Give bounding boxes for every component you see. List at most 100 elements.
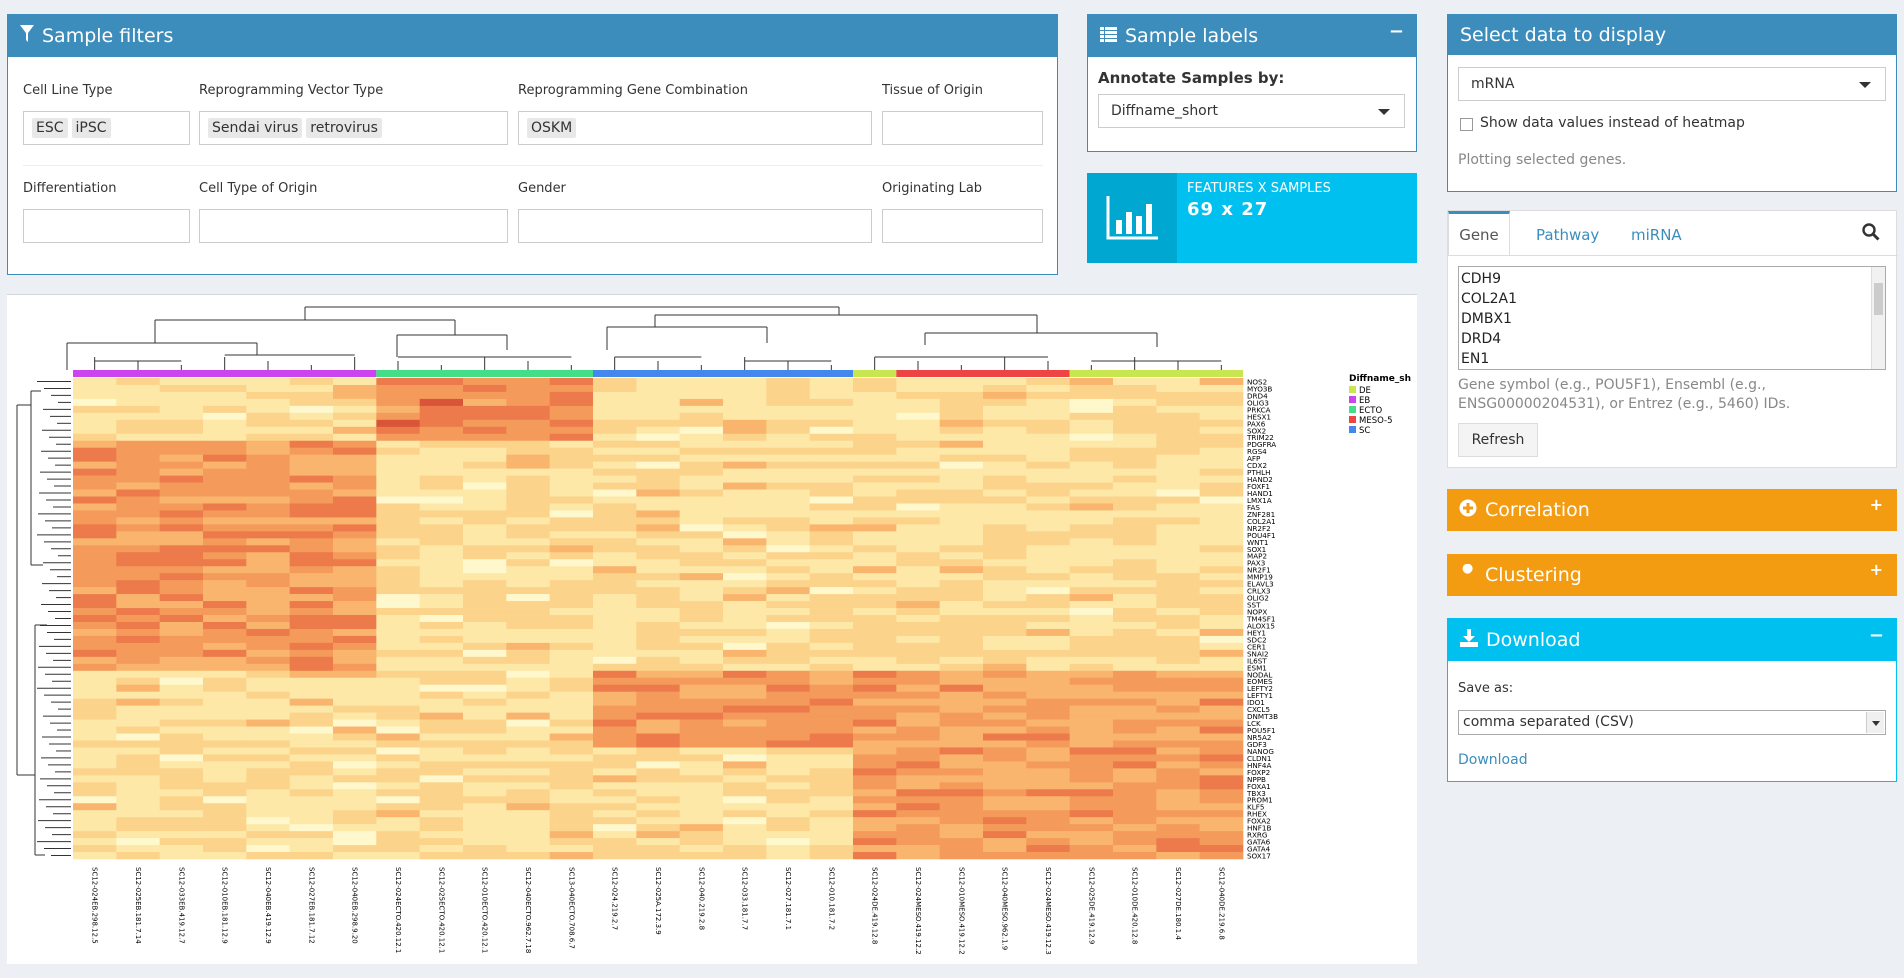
heatmap-cell — [679, 378, 724, 386]
heatmap-cell — [463, 419, 507, 428]
heatmap-cell — [549, 803, 594, 811]
expand-button[interactable]: + — [1870, 495, 1883, 514]
heatmap-cell — [593, 496, 637, 504]
heatmap-cell — [289, 656, 334, 665]
correlation-panel[interactable]: Correlation + — [1447, 489, 1897, 531]
heatmap-cell — [679, 782, 724, 790]
heatmap-cell — [333, 447, 377, 455]
clustering-panel[interactable]: Clustering + — [1447, 554, 1897, 596]
heatmap-cell — [289, 475, 334, 483]
tab-gene[interactable]: Gene — [1448, 211, 1510, 255]
heatmap-cell — [636, 566, 680, 574]
tab-mirna[interactable]: miRNA — [1631, 226, 1682, 244]
tab-pathway[interactable]: Pathway — [1536, 226, 1599, 244]
heatmap-cell — [766, 628, 810, 637]
heatmap-cell — [463, 552, 507, 560]
heatmap-cell — [289, 642, 334, 651]
heatmap-cell — [1156, 768, 1200, 776]
heatmap-cell — [289, 594, 334, 602]
filter-input[interactable] — [518, 209, 872, 243]
heatmap-cell — [376, 489, 420, 497]
filter-tag[interactable]: Sendai virus — [208, 118, 303, 138]
heatmap-cell — [333, 705, 377, 713]
show-values-checkbox[interactable] — [1460, 118, 1473, 131]
heatmap-cell — [723, 782, 767, 790]
filter-input[interactable] — [882, 209, 1043, 243]
heatmap-cell — [1156, 852, 1200, 860]
legend-swatch — [1349, 426, 1356, 433]
collapse-button[interactable]: − — [1869, 625, 1884, 646]
heatmap-cell — [549, 510, 594, 518]
heatmap-cell — [983, 545, 1027, 553]
search-icon[interactable] — [1862, 223, 1880, 245]
heatmap-cell — [853, 496, 897, 504]
heatmap-cell — [246, 545, 290, 553]
heatmap-cell — [679, 670, 724, 679]
heatmap-cell — [983, 656, 1027, 665]
heatmap-cell — [896, 642, 940, 651]
sample-label: SC12-027DE.180.1.4 — [1174, 867, 1182, 940]
annotate-select[interactable]: Diffname_short — [1098, 94, 1405, 128]
heatmap-cell — [1113, 733, 1157, 741]
filter-input[interactable]: OSKM — [518, 111, 872, 145]
heatmap-cell — [809, 594, 854, 602]
heatmap-cell — [636, 628, 680, 637]
heatmap-cell — [1199, 663, 1244, 672]
heatmap-cell — [333, 845, 377, 853]
filter-input[interactable] — [882, 111, 1043, 145]
gene-list-textarea[interactable]: CDH9 COL2A1 DMBX1 DRD4 EN1 — [1458, 266, 1886, 370]
heatmap-cell — [766, 782, 810, 790]
heatmap-cell — [1156, 635, 1200, 644]
heatmap-cell — [203, 698, 247, 706]
sample-label: SC12-040ECTO.962.7.18 — [524, 867, 532, 953]
heatmap-cell — [203, 761, 247, 769]
annotation-bar — [376, 370, 593, 377]
filter-input[interactable]: Sendai virus retrovirus — [199, 111, 508, 145]
filter-input[interactable] — [23, 209, 190, 243]
heatmap-cell — [766, 698, 810, 706]
filter-tag[interactable]: ESC — [32, 118, 68, 138]
filter-tag[interactable]: iPSC — [71, 118, 111, 138]
heatmap-cell — [116, 838, 160, 846]
heatmap-cell — [1199, 775, 1244, 783]
heatmap-cell — [419, 384, 464, 393]
format-select[interactable]: comma separated (CSV) — [1458, 710, 1886, 735]
filter-tag[interactable]: retrovirus — [306, 118, 382, 138]
heatmap-cell — [593, 642, 637, 651]
filter-tag[interactable]: OSKM — [527, 118, 577, 138]
filter-input[interactable] — [199, 209, 508, 243]
expand-button[interactable]: + — [1870, 560, 1883, 579]
heatmap-cell — [159, 517, 204, 525]
heatmap-cell — [766, 559, 810, 567]
heatmap-cell — [896, 677, 940, 686]
heatmap-cell — [246, 510, 290, 518]
heatmap-cell — [116, 789, 160, 797]
heatmap-cell — [289, 433, 334, 442]
heatmap-cell — [1026, 503, 1070, 511]
heatmap-cell — [1069, 461, 1114, 469]
sample-labels-title: Sample labels — [1125, 25, 1259, 47]
heatmap-cell — [203, 782, 247, 790]
heatmap-cell — [1026, 796, 1070, 804]
heatmap-cell — [289, 740, 334, 748]
heatmap-cell — [636, 803, 680, 811]
dataset-select[interactable]: mRNA — [1458, 67, 1886, 101]
heatmap-cell — [1113, 775, 1157, 783]
filter-label: Originating Lab — [882, 181, 983, 196]
heatmap-cell — [419, 419, 464, 428]
heatmap-cell — [853, 489, 897, 497]
heatmap-cell — [853, 503, 897, 511]
filter-input[interactable]: ESC iPSC — [23, 111, 190, 145]
heatmap-cell — [896, 852, 940, 860]
download-link[interactable]: Download — [1458, 752, 1528, 768]
scrollbar[interactable] — [1871, 267, 1885, 369]
heatmap-cell — [203, 412, 247, 421]
refresh-button[interactable]: Refresh — [1458, 423, 1538, 457]
collapse-button[interactable]: − — [1389, 21, 1404, 42]
filter-label: Gender — [518, 181, 566, 196]
heatmap-cell — [1199, 559, 1244, 567]
heatmap-cell — [73, 384, 117, 393]
heatmap-cell — [1026, 419, 1070, 428]
heatmap-cell — [896, 433, 940, 442]
heatmap-cell — [593, 552, 637, 560]
